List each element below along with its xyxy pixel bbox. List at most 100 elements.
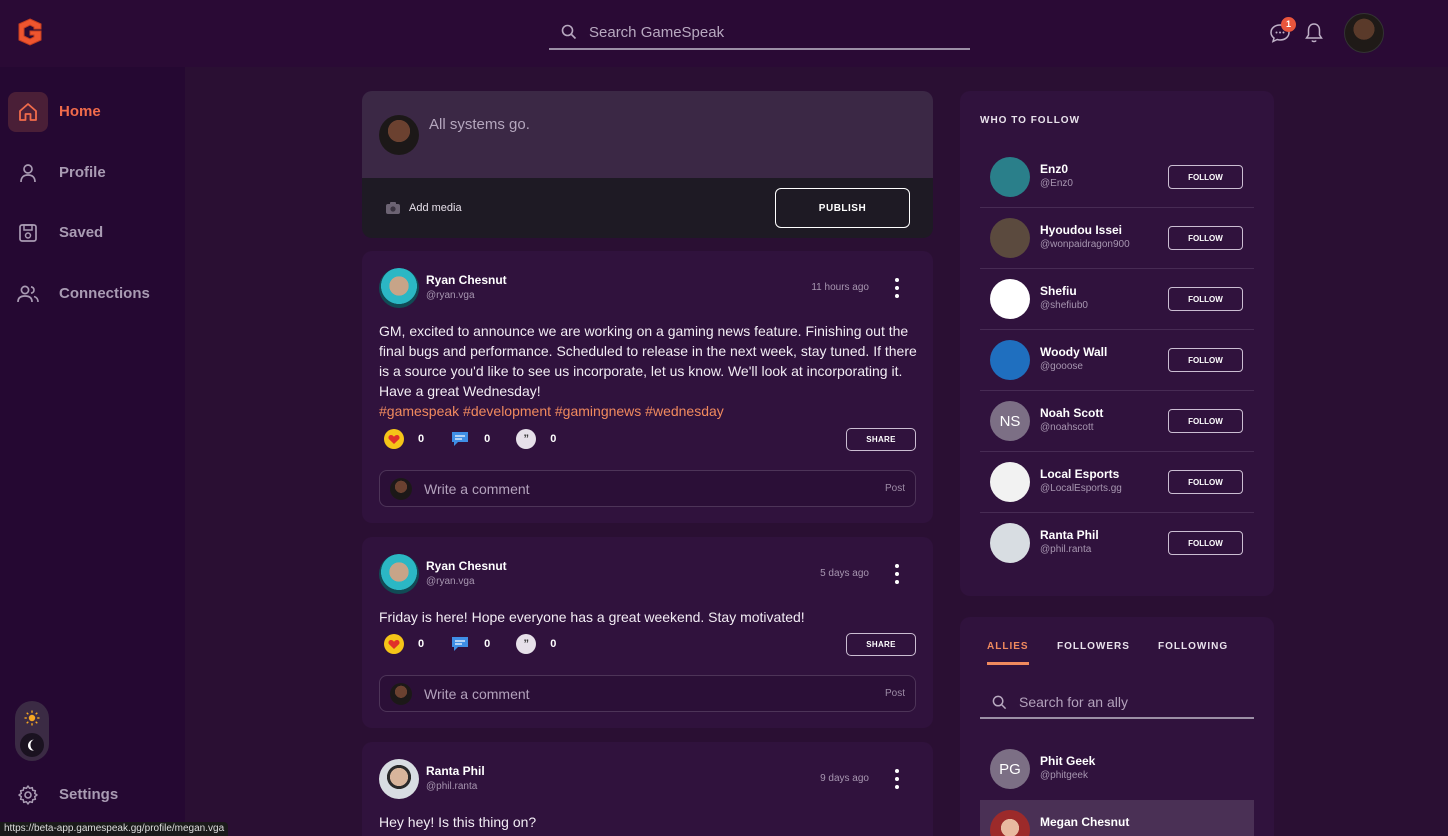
allies-panel: ALLIES FOLLOWERS FOLLOWING Search for an… (960, 617, 1274, 836)
commenter-avatar (390, 478, 412, 500)
tab-following[interactable]: FOLLOWING (1158, 641, 1228, 662)
comment-count: 0 (484, 433, 491, 445)
quote-count: 0 (550, 638, 557, 650)
author-name[interactable]: Ryan Chesnut (426, 559, 507, 573)
commenter-avatar (390, 683, 412, 705)
search-icon (561, 24, 577, 40)
follow-suggestion: NS Noah Scott @noahscott FOLLOW (980, 391, 1254, 452)
search-input[interactable]: Search GameSpeak (589, 24, 724, 41)
post-timestamp: 5 days ago (820, 568, 869, 579)
suggestion-name[interactable]: Local Esports (1040, 467, 1119, 481)
gamespeak-logo[interactable] (15, 17, 45, 47)
user-icon (8, 153, 48, 193)
ally-name: Phit Geek (1040, 754, 1096, 768)
post-hashtags[interactable]: #gamespeak #development #gamingnews #wed… (379, 403, 724, 419)
suggestion-name[interactable]: Ranta Phil (1040, 528, 1099, 542)
follow-button[interactable]: FOLLOW (1168, 226, 1243, 250)
comment-input[interactable]: Write a comment (424, 686, 530, 702)
comment-reaction[interactable]: 0 (450, 429, 490, 449)
suggestion-handle: @shefiub0 (1040, 300, 1088, 311)
follow-button[interactable]: FOLLOW (1168, 531, 1243, 555)
like-reaction[interactable]: 0 (384, 634, 424, 654)
ally-item[interactable]: Megan Chesnut (980, 800, 1254, 836)
sun-icon[interactable] (24, 710, 40, 726)
suggestion-name[interactable]: Hyoudou Issei (1040, 223, 1122, 237)
author-avatar[interactable] (379, 759, 419, 799)
suggestion-avatar[interactable] (990, 340, 1030, 380)
suggestion-name[interactable]: Shefiu (1040, 284, 1077, 298)
sidebar-item-profile[interactable]: Profile (8, 153, 178, 193)
suggestion-name[interactable]: Enz0 (1040, 162, 1068, 176)
heart-icon (384, 634, 404, 654)
follow-button[interactable]: FOLLOW (1168, 409, 1243, 433)
bell-icon[interactable] (1304, 22, 1324, 44)
author-name[interactable]: Ryan Chesnut (426, 273, 507, 287)
tab-followers[interactable]: FOLLOWERS (1057, 641, 1130, 662)
suggestion-avatar[interactable] (990, 157, 1030, 197)
suggestion-avatar[interactable]: NS (990, 401, 1030, 441)
ally-handle: @phitgeek (1040, 770, 1088, 781)
sidebar-item-label: Saved (59, 224, 104, 241)
who-to-follow-title: WHO TO FOLLOW (980, 115, 1081, 126)
tab-allies[interactable]: ALLIES (987, 641, 1029, 665)
comment-input-box[interactable]: Write a comment Post (379, 675, 916, 712)
follow-button[interactable]: FOLLOW (1168, 165, 1243, 189)
suggestion-name[interactable]: Noah Scott (1040, 406, 1103, 420)
post-body: Friday is here! Hope everyone has a grea… (379, 607, 919, 627)
allies-tabs: ALLIES FOLLOWERS FOLLOWING (980, 641, 1254, 671)
publish-button[interactable]: PUBLISH (775, 188, 910, 228)
suggestion-handle: @Enz0 (1040, 178, 1073, 189)
post-body: GM, excited to announce we are working o… (379, 321, 919, 421)
sidebar-item-connections[interactable]: Connections (8, 274, 178, 314)
search-icon (992, 695, 1007, 710)
author-avatar[interactable] (379, 554, 419, 594)
composer-input[interactable]: All systems go. (429, 116, 530, 133)
global-search[interactable]: Search GameSpeak (549, 18, 970, 50)
composer-avatar (379, 115, 419, 155)
post-comment-button[interactable]: Post (885, 483, 905, 494)
user-avatar[interactable] (1344, 13, 1384, 53)
more-options-icon[interactable] (889, 278, 905, 298)
comment-icon (450, 429, 470, 449)
ally-search[interactable]: Search for an ally (980, 687, 1254, 719)
sidebar-item-label: Settings (59, 786, 119, 803)
sidebar-item-settings[interactable]: Settings (8, 775, 178, 815)
suggestion-name[interactable]: Woody Wall (1040, 345, 1107, 359)
quote-reaction[interactable]: ” 0 (516, 429, 556, 449)
post-composer: All systems go. Add media PUBLISH (362, 91, 933, 238)
sidebar-item-saved[interactable]: Saved (8, 213, 178, 253)
like-reaction[interactable]: 0 (384, 429, 424, 449)
top-bar: Search GameSpeak 1 (0, 0, 1448, 67)
quote-reaction[interactable]: ” 0 (516, 634, 556, 654)
ally-avatar: PG (990, 749, 1030, 789)
more-options-icon[interactable] (889, 564, 905, 584)
post-comment-button[interactable]: Post (885, 688, 905, 699)
suggestion-avatar[interactable] (990, 218, 1030, 258)
add-media-button[interactable]: Add media (385, 201, 462, 215)
author-avatar[interactable] (379, 268, 419, 308)
follow-button[interactable]: FOLLOW (1168, 470, 1243, 494)
comment-reaction[interactable]: 0 (450, 634, 490, 654)
save-icon (8, 213, 48, 253)
comment-input-box[interactable]: Write a comment Post (379, 470, 916, 507)
sidebar-item-home[interactable]: Home (8, 92, 178, 132)
ally-item[interactable]: PG Phit Geek @phitgeek (980, 739, 1254, 800)
follow-suggestion: Enz0 @Enz0 FOLLOW (980, 147, 1254, 208)
moon-icon[interactable] (20, 733, 44, 757)
quote-count: 0 (550, 433, 557, 445)
comment-icon (450, 634, 470, 654)
sidebar-item-label: Connections (59, 285, 150, 302)
theme-toggle[interactable] (15, 701, 49, 761)
comment-input[interactable]: Write a comment (424, 481, 530, 497)
suggestion-avatar[interactable] (990, 523, 1030, 563)
share-button[interactable]: SHARE (846, 633, 916, 656)
follow-button[interactable]: FOLLOW (1168, 348, 1243, 372)
follow-button[interactable]: FOLLOW (1168, 287, 1243, 311)
suggestion-avatar[interactable] (990, 462, 1030, 502)
share-button[interactable]: SHARE (846, 428, 916, 451)
more-options-icon[interactable] (889, 769, 905, 789)
ally-search-input[interactable]: Search for an ally (1019, 694, 1128, 710)
follow-suggestion: Woody Wall @gooose FOLLOW (980, 330, 1254, 391)
suggestion-avatar[interactable] (990, 279, 1030, 319)
author-name[interactable]: Ranta Phil (426, 764, 485, 778)
